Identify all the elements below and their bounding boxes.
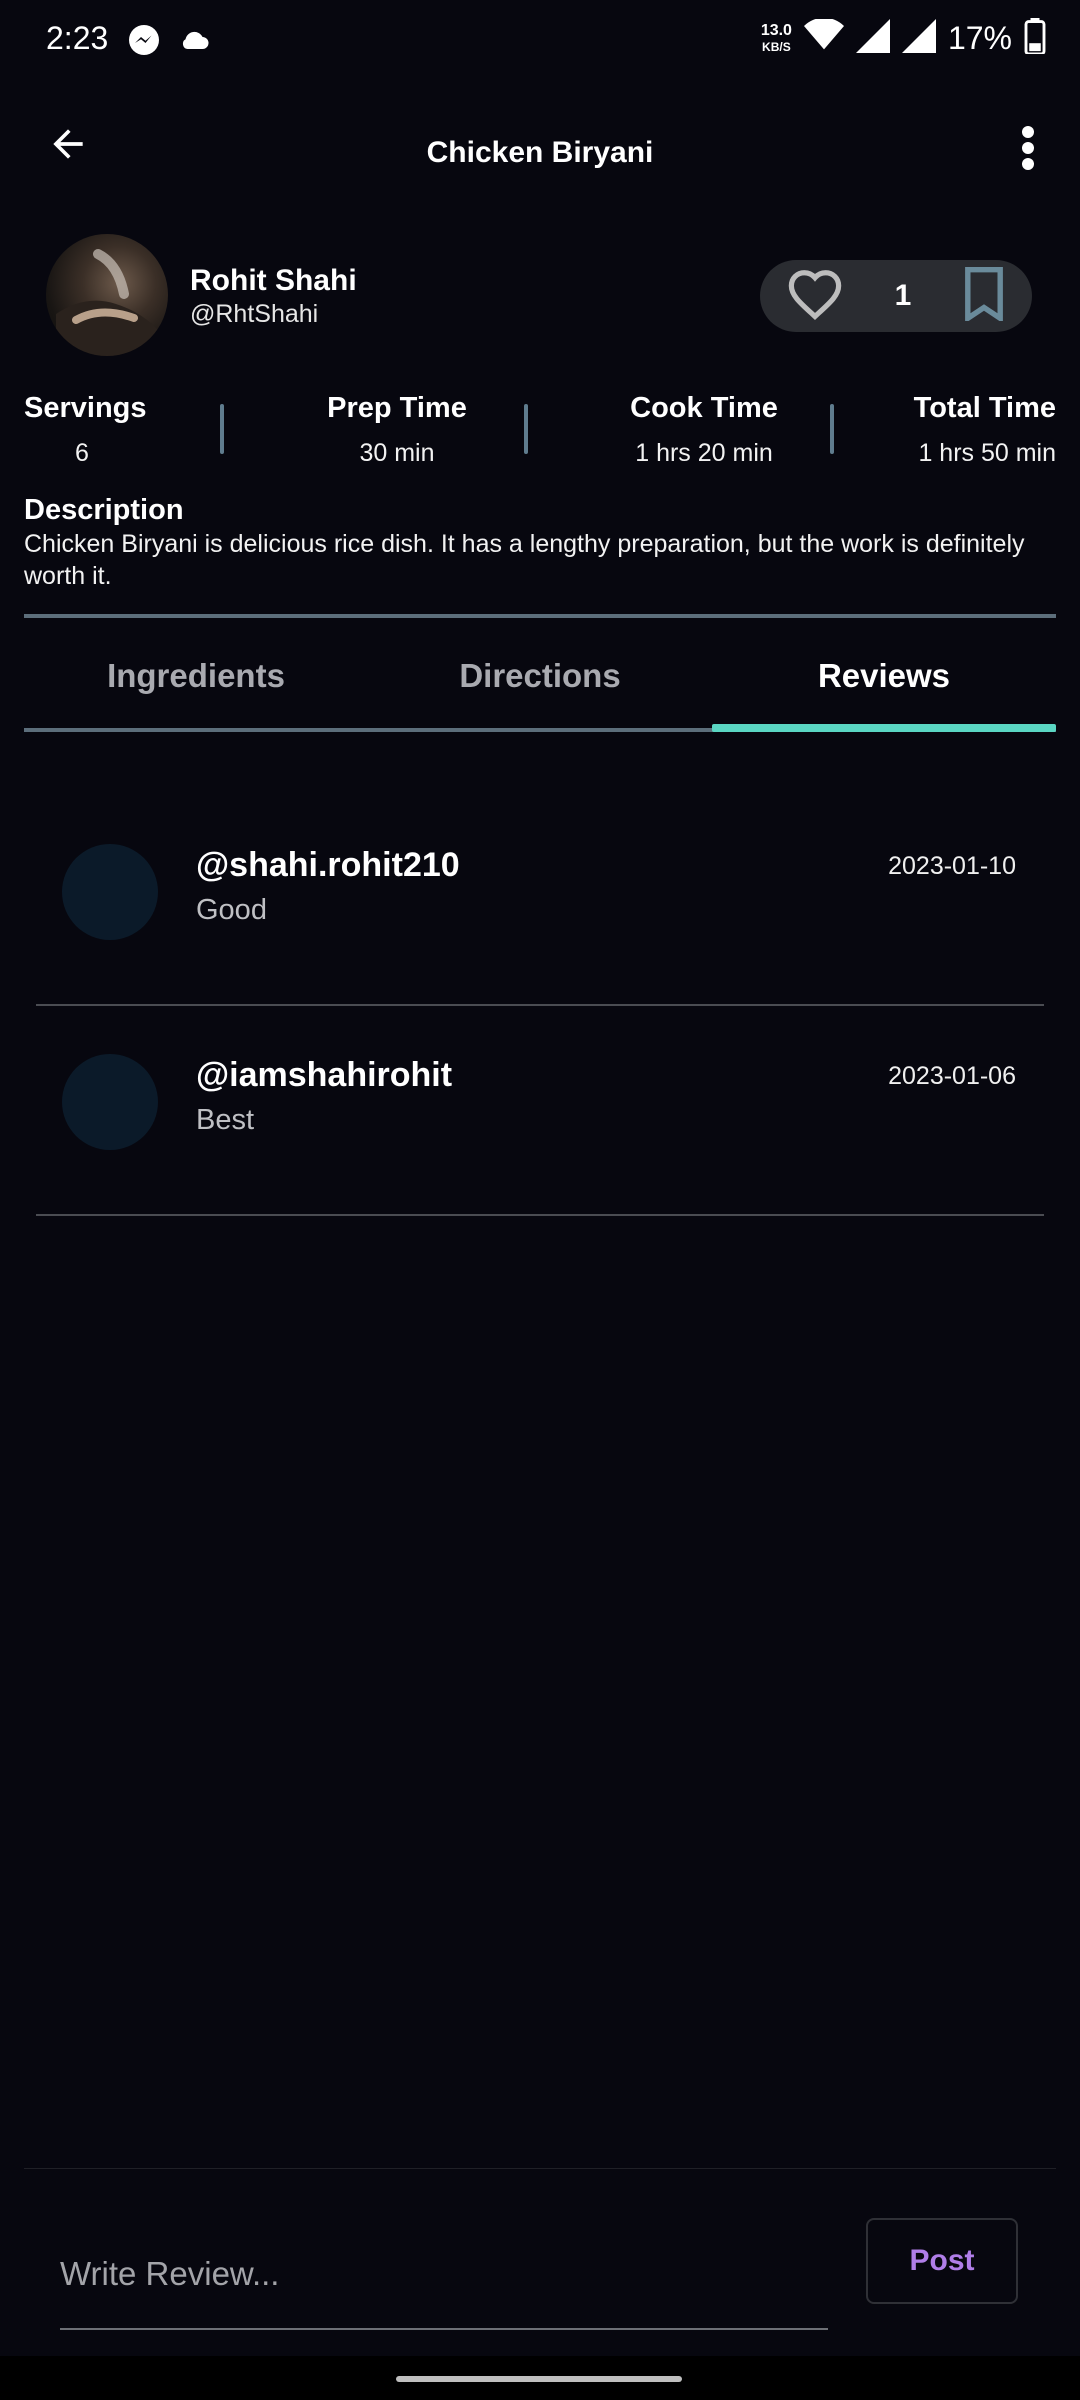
review-date: 2023-01-06 xyxy=(888,1062,1016,1090)
avatar-photo xyxy=(56,249,158,356)
recipe-actions: 1 xyxy=(760,260,1032,332)
stat-label: Servings xyxy=(24,392,147,424)
tab-ingredients[interactable]: Ingredients xyxy=(24,618,368,734)
battery-icon xyxy=(1024,18,1046,59)
status-bar: 2:23 13.0 KB/S 17% xyxy=(0,0,1080,80)
reviewer-username[interactable]: @shahi.rohit210 xyxy=(196,846,460,885)
stat-value: 30 min xyxy=(359,439,435,467)
reviewer-avatar[interactable] xyxy=(62,844,158,940)
network-speed: 13.0 KB/S xyxy=(760,21,792,55)
reviewer-username[interactable]: @iamshahirohit xyxy=(196,1056,452,1095)
post-button[interactable]: Post xyxy=(866,2218,1018,2304)
stat-value: 1 hrs 50 min xyxy=(918,439,1056,467)
reviewer-avatar[interactable] xyxy=(62,1054,158,1150)
stat-label: Cook Time xyxy=(630,392,778,424)
more-vertical-icon xyxy=(1022,126,1034,170)
review-item: @iamshahirohit Best 2023-01-06 xyxy=(36,1006,1044,1216)
tab-reviews[interactable]: Reviews xyxy=(712,618,1056,734)
review-divider xyxy=(36,1214,1044,1216)
home-gesture-handle[interactable] xyxy=(396,2376,682,2382)
bookmark-button[interactable] xyxy=(962,266,1006,326)
tab-bar: Ingredients Directions Reviews xyxy=(24,618,1056,734)
wifi-icon xyxy=(803,17,844,58)
network-speed-value: 13.0 xyxy=(760,21,792,39)
composer-divider xyxy=(24,2168,1056,2169)
author-handle: @RhtShahi xyxy=(190,300,319,328)
stat-cook-time: Cook Time 1 hrs 20 min xyxy=(584,392,824,468)
status-system-icons: 13.0 KB/S 17% xyxy=(760,17,1046,59)
review-item: @shahi.rohit210 Good 2023-01-10 xyxy=(36,796,1044,1006)
stat-value: 1 hrs 20 min xyxy=(635,439,773,467)
tab-directions[interactable]: Directions xyxy=(368,618,712,734)
stat-divider xyxy=(830,404,834,454)
cloud-icon xyxy=(176,22,214,63)
messenger-icon xyxy=(126,22,162,63)
review-date: 2023-01-10 xyxy=(888,852,1016,880)
like-button[interactable] xyxy=(786,268,844,325)
heart-outline-icon xyxy=(788,269,842,320)
stat-label: Total Time xyxy=(913,392,1056,424)
review-input[interactable] xyxy=(60,2220,828,2330)
stat-value: 6 xyxy=(75,439,89,467)
signal-icon-2 xyxy=(901,19,936,58)
description-text: Chicken Biryani is delicious rice dish. … xyxy=(24,530,1025,590)
status-time: 2:23 xyxy=(46,20,109,56)
stat-total-time: Total Time 1 hrs 50 min xyxy=(880,392,1056,468)
author-name: Rohit Shahi xyxy=(190,264,357,297)
battery-percent: 17% xyxy=(947,20,1012,56)
stat-divider xyxy=(220,404,224,454)
active-tab-indicator xyxy=(712,724,1056,732)
bookmark-outline-icon xyxy=(965,266,1003,323)
review-text: Good xyxy=(196,894,267,926)
description-title: Description xyxy=(24,494,184,526)
network-speed-unit: KB/S xyxy=(762,39,791,54)
like-count: 1 xyxy=(894,279,912,312)
status-notification-icons xyxy=(126,22,214,63)
stat-servings: Servings 6 xyxy=(24,392,147,468)
stat-divider xyxy=(524,404,528,454)
stat-prep-time: Prep Time 30 min xyxy=(282,392,512,468)
review-text: Best xyxy=(196,1104,255,1136)
page-title: Chicken Biryani xyxy=(426,136,654,169)
recipe-stats: Servings 6 Prep Time 30 min Cook Time 1 … xyxy=(24,392,1056,472)
signal-icon xyxy=(855,19,890,58)
stat-label: Prep Time xyxy=(327,392,467,424)
author-avatar[interactable] xyxy=(46,234,168,356)
more-options-button[interactable] xyxy=(1000,112,1056,184)
